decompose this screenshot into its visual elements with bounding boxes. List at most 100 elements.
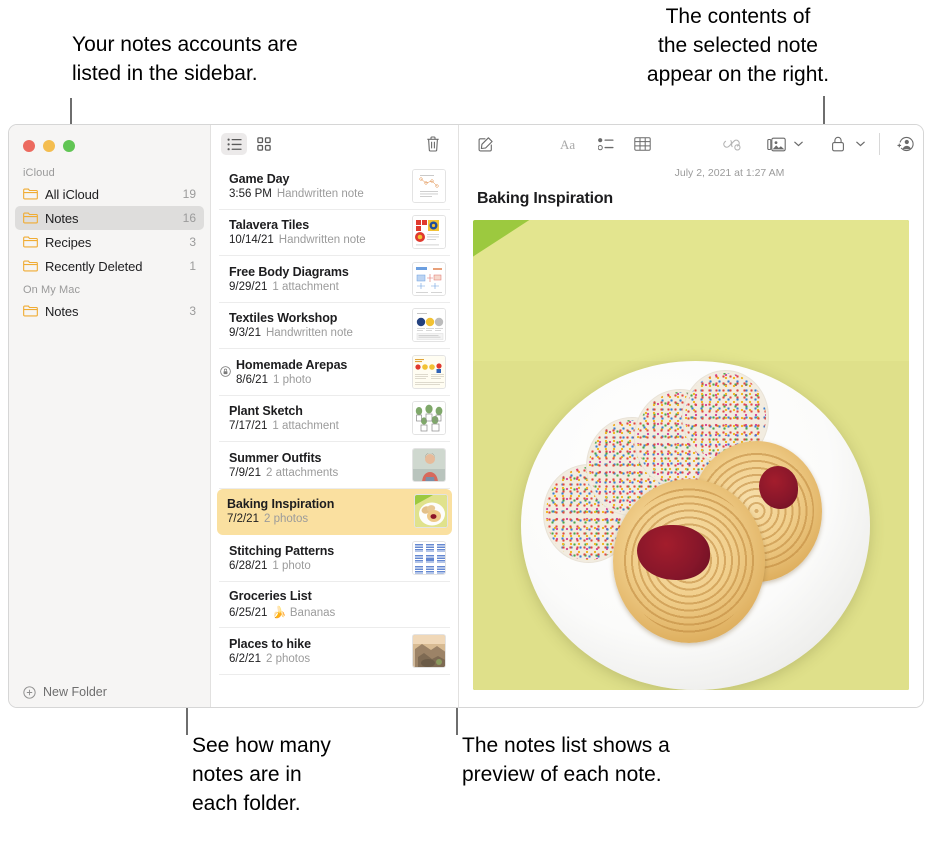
compose-note-icon[interactable] xyxy=(473,133,499,155)
zoom-button[interactable] xyxy=(63,140,75,152)
note-list-item[interactable]: Talavera Tiles 10/14/21 Handwritten note xyxy=(219,210,450,256)
sidebar-item-recently-deleted[interactable]: Recently Deleted 1 xyxy=(15,254,204,278)
note-item-thumbnail xyxy=(412,540,446,575)
sidebar-section-title-icloud: iCloud xyxy=(23,167,55,179)
minimize-button[interactable] xyxy=(43,140,55,152)
note-item-text: Places to hike 6/2/21 2 photos xyxy=(229,637,412,665)
chevron-down-icon[interactable] xyxy=(856,141,865,147)
note-list-item[interactable]: Homemade Arepas 8/6/21 1 photo xyxy=(219,349,450,396)
note-item-subtitle: 9/3/21 Handwritten note xyxy=(229,327,412,339)
note-item-title: Game Day xyxy=(229,171,290,186)
note-item-title: Plant Sketch xyxy=(229,404,303,419)
note-item-date: 6/28/21 xyxy=(229,559,268,572)
note-item-title: Groceries List xyxy=(229,589,312,604)
note-item-date: 7/9/21 xyxy=(229,466,261,479)
note-item-text: Plant Sketch 7/17/21 1 attachment xyxy=(229,404,412,432)
note-item-meta: 1 attachment xyxy=(272,280,339,293)
folder-icon xyxy=(23,188,38,200)
note-item-date: 6/25/21 xyxy=(229,607,268,620)
note-item-title: Summer Outfits xyxy=(229,450,322,465)
format-text-icon[interactable]: Aa xyxy=(557,133,583,155)
note-item-subtitle: 6/28/21 1 photo xyxy=(229,560,412,572)
note-item-thumbnail xyxy=(412,261,446,296)
note-list-item[interactable]: Summer Outfits 7/9/21 2 attachments xyxy=(219,442,450,489)
note-item-date: 7/2/21 xyxy=(227,513,259,526)
note-item-text: Talavera Tiles 10/14/21 Handwritten note xyxy=(229,218,412,246)
note-item-thumbnail xyxy=(412,447,446,482)
note-detail-body[interactable]: July 2, 2021 at 1:27 AM Baking Inspirati… xyxy=(459,163,923,707)
window-controls xyxy=(23,140,75,152)
new-folder-label: New Folder xyxy=(43,685,107,699)
note-item-date: 7/17/21 xyxy=(229,420,268,433)
note-item-meta: 2 photos xyxy=(265,652,311,665)
checklist-icon[interactable] xyxy=(593,133,619,155)
link-icon[interactable] xyxy=(719,133,745,155)
trash-icon[interactable] xyxy=(420,133,446,155)
note-list-item[interactable]: Textiles Workshop 9/3/21 Handwritten note xyxy=(219,303,450,349)
note-item-meta: 🍌 Bananas xyxy=(272,607,336,620)
folder-icon xyxy=(23,305,38,317)
callout-sidebar-text: Your notes accounts are listed in the si… xyxy=(72,33,298,85)
notes-app-window: iCloud All iCloud 19 Notes 16 Recipes 3 … xyxy=(8,124,924,708)
sidebar-item-count: 1 xyxy=(189,259,196,273)
sidebar-item-notes-icloud[interactable]: Notes 16 xyxy=(15,206,204,230)
note-list-item[interactable]: Free Body Diagrams 9/29/21 1 attachment xyxy=(219,256,450,303)
note-item-date: 10/14/21 xyxy=(229,234,274,247)
folder-icon xyxy=(23,212,38,224)
note-item-thumbnail xyxy=(412,308,446,343)
note-item-text: Game Day 3:56 PM Handwritten note xyxy=(229,172,412,200)
note-item-date: 6/2/21 xyxy=(229,652,261,665)
media-icon[interactable] xyxy=(763,133,789,155)
note-list-item[interactable]: Stitching Patterns 6/28/21 1 photo xyxy=(219,535,450,582)
note-item-subtitle: 7/17/21 1 attachment xyxy=(229,420,412,432)
note-list-item-partial[interactable] xyxy=(219,675,450,708)
add-people-icon[interactable] xyxy=(892,133,918,155)
note-item-text: Summer Outfits 7/9/21 2 attachments xyxy=(229,451,412,479)
sidebar-folder-list: iCloud All iCloud 19 Notes 16 Recipes 3 … xyxy=(9,167,210,329)
note-list-item[interactable]: Groceries List 6/25/21 🍌 Bananas xyxy=(219,582,450,628)
note-item-thumbnail xyxy=(414,494,448,529)
sidebar-item-recipes[interactable]: Recipes 3 xyxy=(15,230,204,254)
note-detail-toolbar: Aa xyxy=(459,125,923,163)
new-folder-button[interactable]: New Folder xyxy=(9,685,107,699)
notes-list-scroll[interactable]: Game Day 3:56 PM Handwritten note Talaver… xyxy=(211,163,458,707)
note-item-text: Baking Inspiration 7/2/21 2 photos xyxy=(227,497,414,525)
photo-jam xyxy=(759,466,799,509)
sidebar-item-all-icloud[interactable]: All iCloud 19 xyxy=(15,182,204,206)
note-item-text: Groceries List 6/25/21 🍌 Bananas xyxy=(229,589,446,619)
note-photo[interactable] xyxy=(473,220,909,690)
gallery-view-icon[interactable] xyxy=(251,133,277,155)
note-timestamp: July 2, 2021 at 1:27 AM xyxy=(674,167,785,179)
note-list-item[interactable]: Places to hike 6/2/21 2 photos xyxy=(219,628,450,675)
list-view-icon[interactable] xyxy=(221,133,247,155)
note-item-title: Baking Inspiration xyxy=(227,497,335,512)
note-item-subtitle: 7/9/21 2 attachments xyxy=(229,467,412,479)
chevron-down-icon[interactable] xyxy=(794,141,803,147)
note-list-item-selected[interactable]: Baking Inspiration 7/2/21 2 photos xyxy=(217,488,452,535)
svg-text:Aa: Aa xyxy=(560,137,575,152)
sidebar-group-icloud: iCloud All iCloud 19 Notes 16 Recipes 3 … xyxy=(9,167,210,278)
callout-detail-text: The contents of the selected note appear… xyxy=(646,5,830,86)
sidebar-item-notes-local[interactable]: Notes 3 xyxy=(15,299,204,323)
close-button[interactable] xyxy=(23,140,35,152)
note-item-title: Stitching Patterns xyxy=(229,543,335,558)
note-item-subtitle: 6/2/21 2 photos xyxy=(229,653,412,665)
table-icon[interactable] xyxy=(629,133,655,155)
note-list-item[interactable]: Game Day 3:56 PM Handwritten note xyxy=(219,163,450,210)
folder-icon xyxy=(23,260,38,272)
lock-icon[interactable] xyxy=(825,133,851,155)
note-item-meta: 2 photos xyxy=(263,513,309,526)
note-heading: Baking Inspiration xyxy=(477,190,613,207)
note-item-meta: 1 attachment xyxy=(272,420,339,433)
sidebar-item-label: Recently Deleted xyxy=(45,258,143,274)
sidebar: iCloud All iCloud 19 Notes 16 Recipes 3 … xyxy=(9,125,211,707)
sidebar-item-label: All iCloud xyxy=(45,186,99,202)
note-item-title: Talavera Tiles xyxy=(229,218,310,233)
note-item-text: Stitching Patterns 6/28/21 1 photo xyxy=(229,544,412,572)
note-item-text xyxy=(229,690,446,704)
note-list-item[interactable]: Plant Sketch 7/17/21 1 attachment xyxy=(219,396,450,442)
note-item-date: 9/29/21 xyxy=(229,280,268,293)
note-item-subtitle: 8/6/21 1 photo xyxy=(236,374,412,386)
note-item-date: 8/6/21 xyxy=(236,373,268,386)
folder-icon xyxy=(23,236,38,248)
